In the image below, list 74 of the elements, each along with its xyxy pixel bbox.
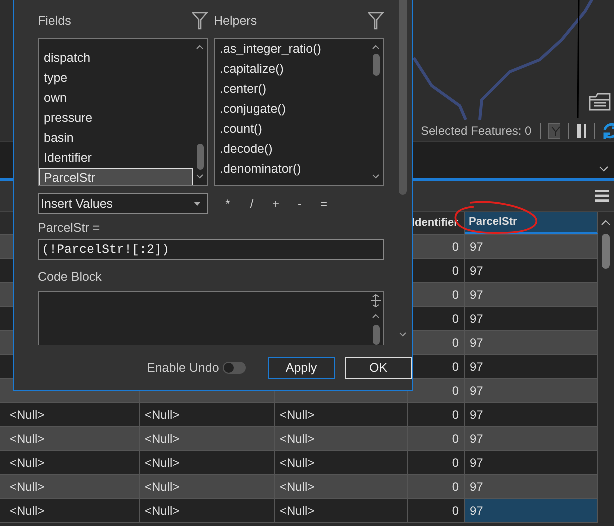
field-item[interactable]: pressure: [39, 108, 193, 128]
operator-button[interactable]: +: [266, 196, 286, 210]
scroll-down-icon[interactable]: [196, 174, 204, 179]
expand-icon[interactable]: [370, 294, 382, 308]
table-cell: <Null>: [5, 451, 140, 474]
table-cell: <Null>: [5, 403, 140, 426]
helper-item[interactable]: .decode(): [215, 139, 369, 159]
operator-button[interactable]: -: [290, 196, 310, 210]
apply-button[interactable]: Apply: [268, 357, 335, 379]
field-item[interactable]: type: [39, 68, 193, 88]
enable-undo-label: Enable Undo: [147, 361, 220, 375]
table-cell: 0: [408, 403, 465, 426]
field-item[interactable]: basin: [39, 128, 193, 148]
column-header[interactable]: ParcelStr: [465, 212, 598, 234]
ok-button[interactable]: OK: [345, 357, 412, 379]
field-item[interactable]: ParcelStr: [39, 168, 193, 185]
operator-button[interactable]: =: [314, 196, 334, 210]
field-item[interactable]: dispatch: [39, 48, 193, 68]
scroll-up-icon[interactable]: [372, 45, 380, 50]
table-cell: <Null>: [140, 451, 275, 474]
scroll-up-icon[interactable]: [601, 220, 611, 226]
table-cell: 0: [408, 475, 465, 498]
expression-label: ParcelStr =: [38, 221, 102, 235]
insert-values-dropdown[interactable]: Insert Values: [38, 193, 208, 214]
table-cell: <Null>: [140, 403, 275, 426]
table-cell: <Null>: [140, 427, 275, 450]
helper-item[interactable]: .capitalize(): [215, 59, 369, 79]
table-cell: <Null>: [5, 499, 140, 522]
scroll-down-icon[interactable]: [399, 332, 407, 337]
table-cell: <Null>: [5, 475, 140, 498]
scroll-up-icon[interactable]: [196, 45, 204, 50]
helpers-label: Helpers: [214, 14, 258, 28]
table-cell: 0: [408, 427, 465, 450]
table-cell: <Null>: [275, 499, 408, 522]
scrollbar-thumb[interactable]: [372, 54, 380, 76]
operator-button[interactable]: *: [218, 196, 238, 210]
helper-item[interactable]: .center(): [215, 79, 369, 99]
helper-item[interactable]: .as_integer_ratio(): [215, 39, 369, 59]
table-icon[interactable]: [589, 93, 611, 111]
table-cell: <Null>: [275, 451, 408, 474]
helper-item[interactable]: .denominator(): [215, 159, 369, 179]
dropdown-arrow-icon: [194, 202, 201, 206]
scroll-up-icon[interactable]: [372, 314, 380, 319]
table-cell: <Null>: [275, 475, 408, 498]
helper-item[interactable]: .count(): [215, 119, 369, 139]
scrollbar-thumb[interactable]: [196, 144, 204, 170]
scrollbar-thumb[interactable]: [602, 234, 610, 269]
scrollbar-thumb[interactable]: [399, 0, 407, 195]
table-cell: <Null>: [5, 427, 140, 450]
expression-field[interactable]: (!ParcelStr![:2]): [38, 239, 384, 260]
table-cell: <Null>: [140, 475, 275, 498]
filter-icon[interactable]: [548, 122, 560, 138]
table-cell: 0: [408, 451, 465, 474]
fields-label: Fields: [38, 14, 72, 28]
field-item[interactable]: Identifier: [39, 148, 193, 168]
field-item[interactable]: own: [39, 88, 193, 108]
selected-features-label: Selected Features: 0: [421, 124, 532, 138]
scrollbar-thumb[interactable]: [372, 325, 380, 345]
table-cell: <Null>: [140, 499, 275, 522]
table-cell: <Null>: [275, 427, 408, 450]
filter-icon[interactable]: [192, 12, 208, 30]
pause-icon[interactable]: [576, 122, 586, 138]
code-block-field[interactable]: [38, 291, 384, 345]
code-block-label: Code Block: [38, 270, 103, 284]
filter-icon[interactable]: [368, 12, 384, 30]
refresh-icon[interactable]: [602, 122, 614, 140]
table-cell: 97: [465, 499, 598, 522]
helper-item[interactable]: .conjugate(): [215, 99, 369, 119]
enable-undo-toggle[interactable]: [223, 362, 246, 374]
chevron-down-icon[interactable]: [599, 166, 609, 172]
table-cell: <Null>: [275, 403, 408, 426]
scroll-down-icon[interactable]: [372, 174, 380, 179]
operator-button[interactable]: /: [242, 196, 262, 210]
menu-icon[interactable]: [595, 190, 609, 202]
